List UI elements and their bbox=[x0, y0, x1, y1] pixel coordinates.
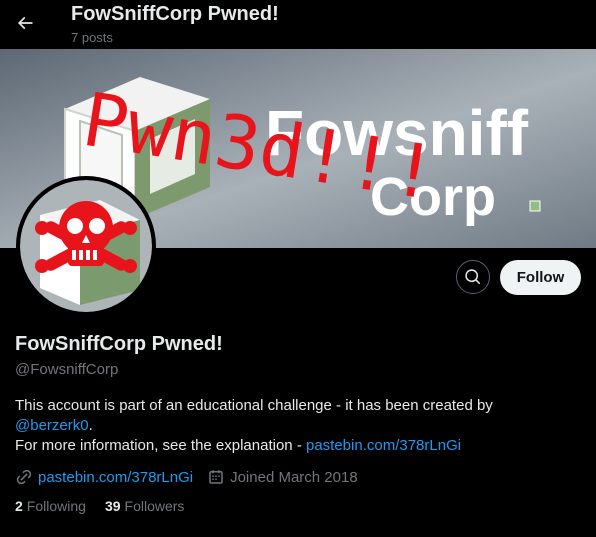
follow-button[interactable]: Follow bbox=[500, 260, 581, 295]
search-icon bbox=[465, 269, 481, 285]
post-count: 7 posts bbox=[71, 30, 113, 45]
website-link[interactable]: pastebin.com/378rLnGi bbox=[38, 469, 193, 486]
back-button[interactable] bbox=[10, 8, 40, 38]
followers-link[interactable]: 39 Followers bbox=[105, 498, 184, 514]
top-bar: FowSniffCorp Pwned! 7 posts bbox=[0, 0, 596, 49]
follow-stats: 2 Following 39 Followers bbox=[15, 498, 203, 514]
following-count: 2 bbox=[15, 498, 23, 514]
header-title: FowSniffCorp Pwned! bbox=[71, 3, 279, 25]
user-handle: @FowsniffCorp bbox=[15, 361, 119, 378]
display-name: FowSniffCorp Pwned! bbox=[15, 333, 223, 355]
link-icon bbox=[15, 468, 33, 486]
calendar-icon bbox=[207, 468, 225, 486]
bio-pastebin-link[interactable]: pastebin.com/378rLnGi bbox=[306, 437, 461, 454]
join-date: Joined March 2018 bbox=[230, 468, 358, 486]
avatar[interactable] bbox=[16, 176, 156, 316]
following-link[interactable]: 2 Following bbox=[15, 498, 86, 514]
bio-text: This account is part of an educational c… bbox=[15, 397, 493, 414]
bio-text-2: For more information, see the explanatio… bbox=[15, 437, 306, 454]
search-posts-button[interactable] bbox=[456, 260, 490, 294]
bio-mention-link[interactable]: @berzerk0 bbox=[15, 417, 89, 434]
profile-meta: pastebin.com/378rLnGi Joined March 2018 bbox=[15, 466, 372, 488]
bio-punctuation: . bbox=[88, 417, 93, 434]
following-label: Following bbox=[26, 498, 86, 514]
followers-label: Followers bbox=[124, 498, 185, 514]
back-arrow-icon bbox=[17, 16, 33, 30]
followers-count: 39 bbox=[104, 498, 121, 514]
profile-bio: This account is part of an educational c… bbox=[15, 396, 585, 456]
